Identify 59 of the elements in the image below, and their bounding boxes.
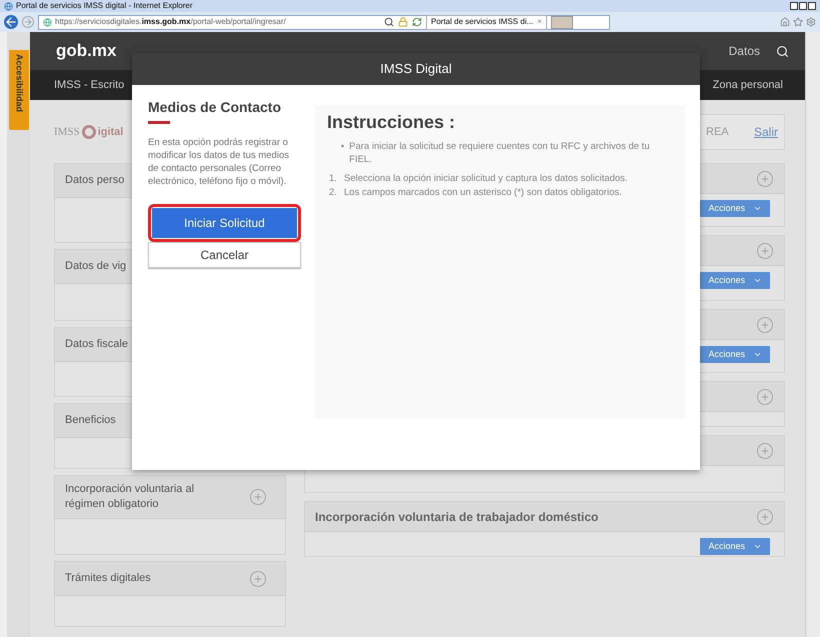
- search-icon[interactable]: [384, 17, 394, 27]
- section-name: IMSS - Escrito: [54, 78, 124, 93]
- personal-zone-link[interactable]: Zona personal: [712, 76, 783, 94]
- section-title: Datos de vig: [65, 259, 126, 274]
- section-title: Incorporación voluntaria de trabajador doméstico: [315, 508, 598, 526]
- caret-icon: [753, 350, 762, 359]
- url-text: https://serviciosdigitales.imss.gob.mx/portal-web/portal/ingresar/: [55, 16, 286, 28]
- section-title: Datos perso: [65, 173, 124, 188]
- settings-icon[interactable]: [806, 17, 816, 27]
- step-number: 1.: [329, 172, 338, 186]
- caret-icon: [753, 542, 762, 551]
- expand-icon[interactable]: [249, 570, 267, 588]
- heading-underline: [148, 121, 170, 124]
- accessibility-tab[interactable]: Accesibilidad: [8, 50, 28, 130]
- window-title: Portal de servicios IMSS digital - Internet Explorer: [16, 1, 193, 11]
- actions-dropdown-button[interactable]: Acciones: [700, 538, 770, 555]
- step-number: 2.: [329, 186, 338, 200]
- instructions-title: Instrucciones :: [327, 111, 456, 134]
- expand-icon[interactable]: [756, 508, 774, 526]
- tab-close[interactable]: ×: [537, 16, 542, 28]
- tab-title: Portal de servicios IMSS di...: [431, 16, 534, 28]
- instruction-text: Para iniciar la solicitud se requiere cuentes con tu RFC y archivos de tu FIEL.: [349, 140, 651, 166]
- refresh-icon[interactable]: [412, 17, 422, 27]
- lock-icon: [398, 17, 408, 27]
- expand-icon[interactable]: [756, 170, 774, 188]
- step-text: Los campos marcados con un asterisco (*) son datos obligatorios.: [344, 186, 622, 200]
- nav-link[interactable]: Datos: [728, 42, 760, 60]
- expand-icon[interactable]: [756, 316, 774, 334]
- modal-title: IMSS Digital: [380, 60, 452, 78]
- section-title: Datos fiscale: [65, 337, 128, 352]
- home-icon[interactable]: [780, 17, 790, 27]
- section-title: Trámites digitales: [65, 571, 151, 586]
- cancel-button[interactable]: Cancelar: [148, 242, 301, 268]
- actions-dropdown-button[interactable]: Acciones: [700, 272, 770, 289]
- actions-dropdown-button[interactable]: Acciones: [700, 200, 770, 217]
- bullet-mark: •: [341, 140, 344, 153]
- expand-icon[interactable]: [756, 388, 774, 406]
- expand-icon[interactable]: [756, 442, 774, 460]
- section-title: Beneficios: [65, 413, 116, 428]
- search-icon[interactable]: [776, 44, 789, 58]
- page-icon: [43, 18, 52, 26]
- browser-tab[interactable]: Portal de servicios IMSS di... ×: [426, 14, 547, 30]
- user-name: REA: [706, 124, 729, 140]
- logo-drawing: IMSS igital: [54, 124, 124, 141]
- section-heading: Medios de Contacto: [148, 98, 282, 117]
- step-text: Selecciona la opción iniciar solicitud y captura los datos solicitados.: [344, 172, 628, 186]
- browser-icon: [4, 2, 13, 10]
- caret-icon: [753, 204, 762, 213]
- expand-icon[interactable]: [756, 242, 774, 260]
- description-text: En esta opción podrás registrar o modificar los datos de tus medios de contacto personales (Correo electrónico, teléfono fijo o móvil).: [148, 136, 290, 188]
- actions-dropdown-button[interactable]: Acciones: [700, 346, 770, 363]
- forward-icon[interactable]: [22, 16, 34, 28]
- expand-icon[interactable]: [249, 488, 267, 506]
- favorites-icon[interactable]: [793, 17, 803, 27]
- caret-icon: [753, 276, 762, 285]
- start-request-button[interactable]: Iniciar Solicitud: [152, 208, 297, 238]
- brand-logo[interactable]: gob.mx: [56, 38, 116, 64]
- back-icon[interactable]: [4, 15, 18, 29]
- section-title: Incorporación voluntaria al régimen obligatorio: [65, 482, 196, 512]
